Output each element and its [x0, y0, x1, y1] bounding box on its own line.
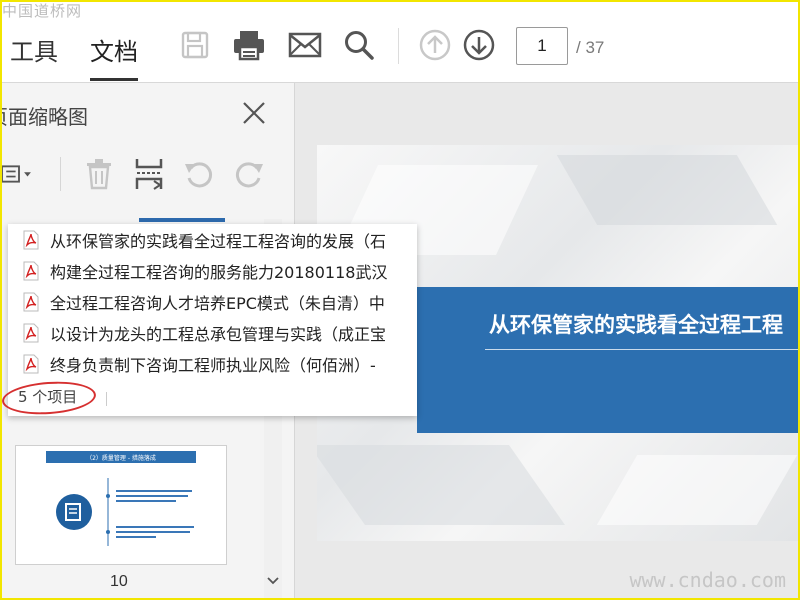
background-facet [317, 445, 566, 525]
chevron-down-icon[interactable] [264, 573, 282, 589]
page-down-icon[interactable] [462, 28, 496, 62]
close-icon[interactable] [240, 99, 268, 127]
tab-tools[interactable]: 工具 [10, 32, 58, 67]
page-total-label: / 37 [576, 38, 605, 57]
print-icon[interactable] [232, 28, 266, 62]
file-name: 构建全过程工程咨询的服务能力20180118武汉 [50, 263, 388, 282]
status-divider [106, 392, 107, 406]
pdf-file-icon [23, 261, 39, 281]
page-thumbnail[interactable]: （2）质量管理 - 措施落成 [15, 445, 227, 565]
selected-thumbnail-indicator [139, 218, 225, 222]
pdf-file-icon [23, 230, 39, 250]
pdf-file-icon [23, 354, 39, 374]
pdf-file-icon [23, 292, 39, 312]
title-banner: 从环保管家的实践看全过程工程 [417, 287, 798, 433]
email-icon[interactable] [288, 28, 322, 62]
background-facet [596, 455, 798, 525]
file-name: 以设计为龙头的工程总承包管理与实践（成正宝 [50, 325, 387, 344]
panel-toolbar-divider [60, 157, 61, 191]
rotate-right-icon[interactable] [232, 157, 266, 191]
app-window: 工具 文档 1 / 37 页面缩略图 [0, 0, 800, 600]
watermark-logo: 中国道桥网 [2, 2, 83, 20]
save-icon[interactable] [178, 28, 212, 62]
banner-divider [485, 349, 798, 350]
file-list-item[interactable]: 构建全过程工程咨询的服务能力20180118武汉 [22, 257, 417, 285]
file-list-item[interactable]: 全过程工程咨询人才培养EPC模式（朱自清）中 [22, 288, 417, 316]
extract-pages-icon[interactable] [132, 157, 166, 191]
banner-title: 从环保管家的实践看全过程工程 [489, 313, 783, 337]
background-facet [556, 155, 778, 225]
panel-title: 页面缩略图 [2, 105, 88, 129]
thumbnail-preview: （2）质量管理 - 措施落成 [16, 446, 226, 564]
thumbnail-title: （2）质量管理 - 措施落成 [86, 454, 156, 462]
trash-icon[interactable] [82, 157, 116, 191]
tab-document[interactable]: 文档 [90, 32, 138, 81]
page-number-input[interactable]: 1 [516, 27, 568, 65]
file-name: 终身负责制下咨询工程师执业风险（何佰洲）- [50, 356, 376, 375]
options-menu-icon[interactable] [2, 157, 36, 191]
file-list-item[interactable]: 以设计为龙头的工程总承包管理与实践（成正宝 [22, 319, 417, 347]
file-list-item[interactable]: 终身负责制下咨询工程师执业风险（何佰洲）- [22, 350, 417, 378]
toolbar-divider [398, 28, 399, 64]
thumbnail-page-number: 10 [110, 573, 128, 590]
watermark-url: www.cndao.com [629, 568, 786, 592]
pdf-file-icon [23, 323, 39, 343]
panel-toolbar [2, 151, 294, 195]
search-icon[interactable] [342, 28, 376, 62]
rotate-left-icon[interactable] [182, 157, 216, 191]
file-name: 全过程工程咨询人才培养EPC模式（朱自清）中 [50, 294, 385, 313]
page-up-icon[interactable] [418, 28, 452, 62]
file-name: 从环保管家的实践看全过程工程咨询的发展（石 [50, 232, 387, 251]
top-toolbar: 工具 文档 1 / 37 [2, 2, 798, 83]
file-list-item[interactable]: 从环保管家的实践看全过程工程咨询的发展（石 [22, 226, 417, 254]
